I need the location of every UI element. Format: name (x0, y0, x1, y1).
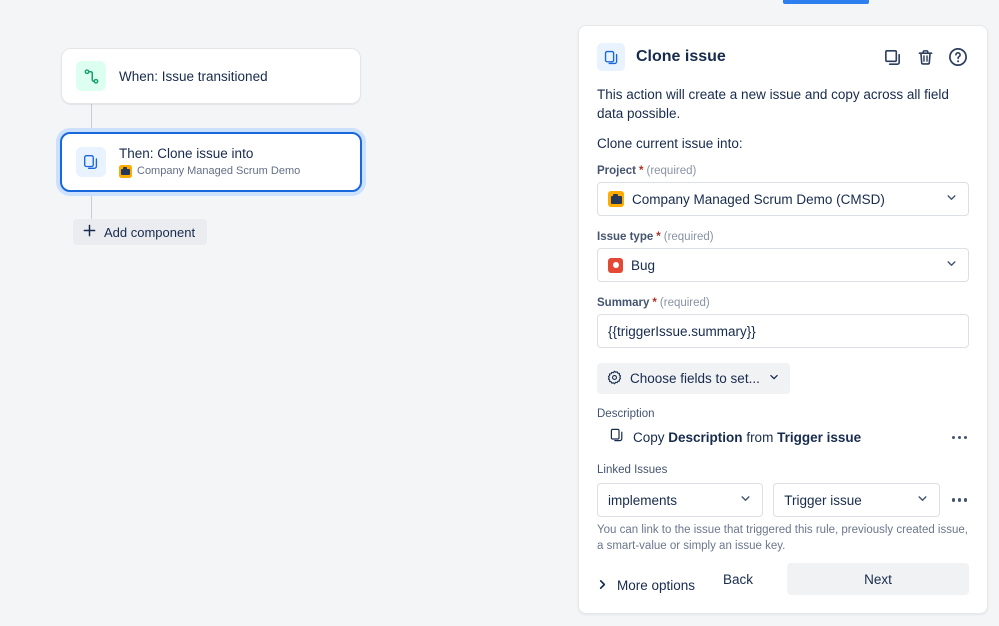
link-target-select[interactable]: Trigger issue (773, 483, 939, 517)
copy-source-name: Trigger issue (777, 430, 861, 445)
summary-input[interactable] (597, 314, 969, 348)
back-button[interactable]: Back (699, 563, 777, 595)
action-card-subtitle: Company Managed Scrum Demo (119, 164, 300, 179)
action-config-panel: Clone issue (578, 25, 988, 614)
project-field-block: Project * (required) Company Managed Scr… (597, 165, 969, 216)
chevron-down-icon (945, 191, 958, 207)
add-component-label: Add component (104, 225, 195, 240)
project-avatar-icon (119, 165, 132, 178)
chevron-down-icon (739, 492, 752, 508)
plus-icon (82, 223, 97, 241)
bug-icon (608, 258, 623, 273)
link-target-value: Trigger issue (784, 493, 862, 508)
chevron-down-icon (945, 257, 958, 273)
project-select[interactable]: Company Managed Scrum Demo (CMSD) (597, 182, 969, 216)
connector-line-bottom (91, 192, 92, 219)
rule-card-trigger[interactable]: When: Issue transitioned (61, 48, 361, 104)
copy-icon (609, 427, 625, 448)
required-word: (required) (660, 297, 710, 309)
panel-footer: Back Next (579, 563, 987, 613)
action-description-text: This action will create a new issue and … (597, 85, 969, 123)
description-field-label: Description (597, 408, 969, 420)
clone-into-label: Clone current issue into: (597, 136, 969, 151)
required-star: * (656, 231, 660, 243)
copy-field-name: Description (668, 430, 742, 445)
link-type-value: implements (608, 493, 677, 508)
connector-line-top (91, 103, 92, 132)
copy-prefix: Copy (633, 430, 665, 445)
project-field-label: Project * (required) (597, 165, 969, 177)
app-screen: When: Issue transitioned Then: Clone iss… (0, 0, 999, 626)
choose-fields-button[interactable]: Choose fields to set... (597, 363, 790, 394)
copy-middle: from (746, 430, 773, 445)
summary-field-block: Summary * (required) (597, 297, 969, 348)
issue-transition-icon (76, 61, 106, 91)
help-icon[interactable] (947, 46, 969, 68)
chevron-down-icon (768, 371, 780, 386)
duplicate-icon[interactable] (881, 46, 903, 68)
project-avatar-icon (608, 191, 624, 207)
chevron-down-icon (916, 492, 929, 508)
required-word: (required) (646, 165, 696, 177)
add-component-button[interactable]: Add component (73, 219, 207, 245)
issue-type-field-label: Issue type * (required) (597, 231, 969, 243)
more-actions-icon[interactable] (950, 491, 970, 509)
summary-field-label: Summary * (required) (597, 297, 969, 309)
clone-issue-icon (597, 43, 625, 71)
project-select-value: Company Managed Scrum Demo (CMSD) (632, 192, 885, 207)
gear-icon (607, 370, 622, 388)
linked-issues-helper-text: You can link to the issue that triggered… (597, 522, 969, 554)
top-active-tab-indicator (783, 0, 869, 4)
rule-card-action-clone-issue[interactable]: Then: Clone issue into Company Managed S… (60, 132, 362, 192)
required-star: * (639, 165, 643, 177)
required-word: (required) (664, 231, 714, 243)
description-copy-text: Copy Description from Trigger issue (633, 430, 861, 445)
more-actions-icon[interactable] (950, 429, 970, 447)
next-button[interactable]: Next (787, 563, 969, 595)
linked-issues-row: implements Trigger issue (597, 483, 969, 517)
linked-issues-label: Linked Issues (597, 464, 969, 476)
description-copy-row[interactable]: Copy Description from Trigger issue (597, 427, 969, 448)
issue-type-select-value: Bug (631, 258, 655, 273)
issue-type-select[interactable]: Bug (597, 248, 969, 282)
choose-fields-label: Choose fields to set... (630, 371, 760, 386)
page-title: Clone issue (636, 48, 726, 66)
link-type-select[interactable]: implements (597, 483, 763, 517)
panel-header-actions (881, 46, 969, 68)
panel-header: Clone issue (597, 43, 969, 71)
required-star: * (652, 297, 656, 309)
clone-issue-icon (76, 147, 106, 177)
trash-icon[interactable] (914, 46, 936, 68)
action-card-project-name: Company Managed Scrum Demo (137, 164, 300, 179)
issue-type-field-block: Issue type * (required) Bug (597, 231, 969, 282)
action-card-title: Then: Clone issue into (119, 145, 300, 162)
trigger-card-title: When: Issue transitioned (119, 68, 268, 85)
linked-issues-block: Linked Issues implements Trigger issue (597, 464, 969, 554)
rule-canvas: When: Issue transitioned Then: Clone iss… (0, 0, 560, 626)
